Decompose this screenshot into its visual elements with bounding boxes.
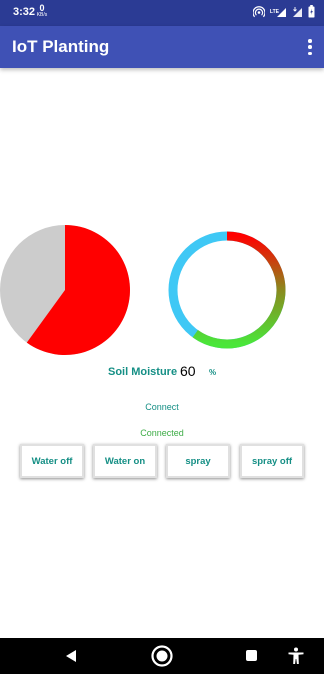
network-speed: 0 KB/s bbox=[35, 4, 49, 18]
accessibility-icon[interactable] bbox=[287, 647, 305, 665]
lte-signal-icon: LTE bbox=[270, 6, 287, 18]
home-icon[interactable] bbox=[150, 644, 174, 668]
soil-moisture-label: Soil Moisture bbox=[108, 366, 178, 378]
battery-icon bbox=[308, 5, 315, 18]
soil-moisture-value: 60 bbox=[180, 363, 196, 379]
menu-dot bbox=[308, 51, 312, 55]
ring-progress-arc bbox=[192, 231, 286, 349]
app-bar: IoT Planting bbox=[0, 26, 324, 68]
connection-status: Connected bbox=[140, 428, 184, 438]
water-on-button[interactable]: Water on bbox=[93, 444, 157, 478]
status-icons: LTE bbox=[252, 5, 315, 18]
menu-dot bbox=[308, 45, 312, 49]
recents-icon[interactable] bbox=[246, 650, 257, 661]
connect-link[interactable]: Connect bbox=[0, 402, 324, 412]
soil-moisture-pie-chart bbox=[0, 225, 130, 355]
back-icon[interactable] bbox=[64, 648, 78, 664]
menu-dot bbox=[308, 39, 312, 43]
status-time: 3:32 bbox=[13, 6, 36, 18]
signal-icon bbox=[292, 6, 303, 18]
overflow-menu-icon[interactable] bbox=[306, 39, 314, 55]
network-speed-unit: KB/s bbox=[36, 12, 48, 18]
status-bar: 3:32 0 KB/s LTE bbox=[0, 0, 324, 26]
soil-moisture-unit: % bbox=[209, 368, 217, 377]
water-off-button[interactable]: Water off bbox=[20, 444, 84, 478]
navigation-bar bbox=[0, 638, 324, 674]
app-title: IoT Planting bbox=[12, 37, 110, 56]
hotspot-icon bbox=[252, 5, 265, 18]
soil-moisture-ring-chart bbox=[168, 231, 286, 349]
spray-button[interactable]: spray bbox=[166, 444, 230, 478]
spray-off-button[interactable]: spray off bbox=[240, 444, 304, 478]
